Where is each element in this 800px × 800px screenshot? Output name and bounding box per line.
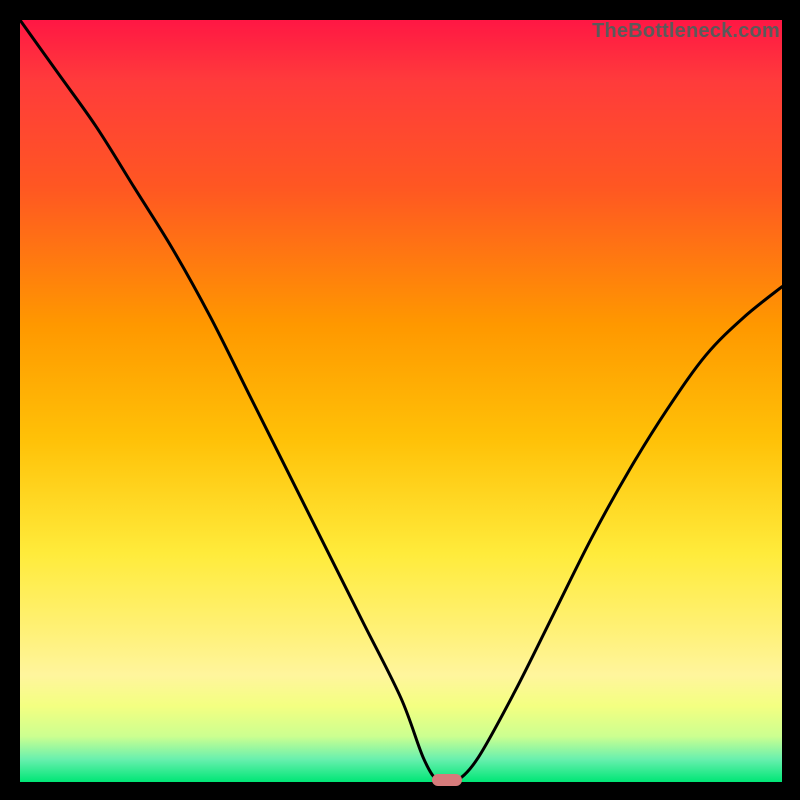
watermark-text: TheBottleneck.com bbox=[592, 20, 780, 43]
optimal-marker bbox=[432, 774, 462, 786]
plot-area: TheBottleneck.com bbox=[20, 20, 782, 782]
chart-frame: TheBottleneck.com bbox=[0, 0, 800, 800]
bottleneck-curve bbox=[20, 20, 782, 782]
